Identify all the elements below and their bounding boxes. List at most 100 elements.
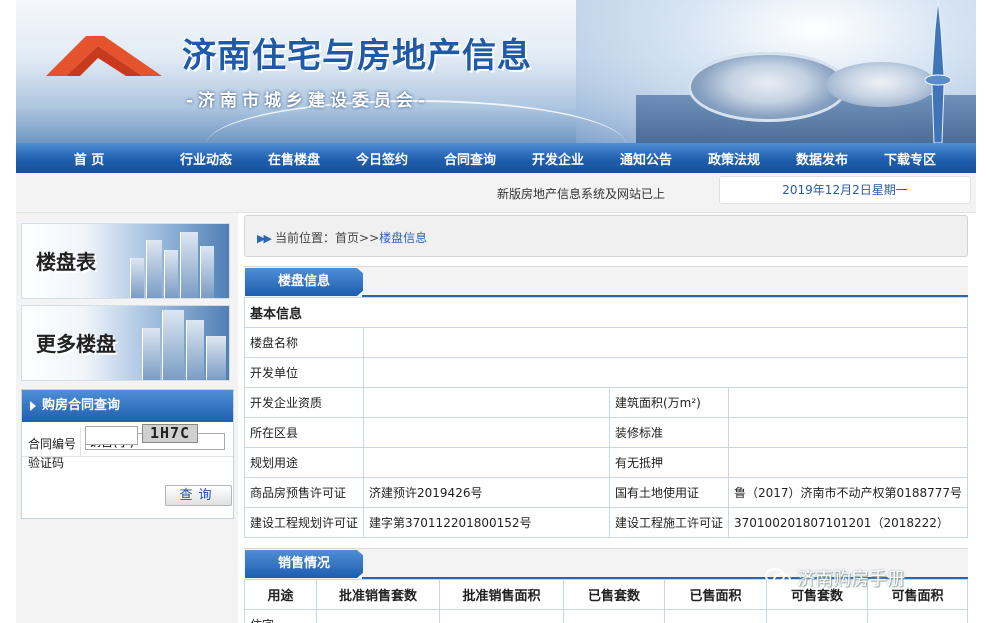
table-row: 基本信息 xyxy=(244,297,968,328)
site-banner: 济南住宅与房地产信息 -济南市城乡建设委员会- xyxy=(16,0,976,143)
column-header: 已售面积 xyxy=(664,579,767,610)
column-header: 用途 xyxy=(244,579,317,610)
site-subtitle: -济南市城乡建设委员会- xyxy=(186,91,431,111)
banner-stadium xyxy=(688,52,848,122)
watermark-text: 济南购房手册 xyxy=(797,569,905,590)
announcement-marquee[interactable]: 新版房地产信息系统及网站已上 xyxy=(497,185,665,202)
basic-info-title: 基本信息 xyxy=(244,297,968,328)
usage-value xyxy=(363,447,610,478)
current-date: 2019年12月2日星期一 xyxy=(719,176,971,204)
decoration-label: 装修标准 xyxy=(608,417,730,448)
captcha-input[interactable] xyxy=(85,426,138,445)
table-cell xyxy=(867,609,968,623)
breadcrumb-prefix: 当前位置： xyxy=(275,231,336,245)
contract-query-title: 购房合同查询 xyxy=(42,398,121,413)
nav-item-on-sale[interactable]: 在售楼盘 xyxy=(250,149,338,168)
building-graphic xyxy=(146,240,162,298)
project-info-section-header: 楼盘信息 xyxy=(244,266,968,297)
presale-permit-value: 济建预许2019426号 xyxy=(363,477,610,508)
banner-stadium-small xyxy=(826,62,936,107)
nav-item-data[interactable]: 数据发布 xyxy=(778,149,866,168)
breadcrumb-separator: >> xyxy=(359,231,380,245)
query-button[interactable]: 查询 xyxy=(165,485,232,506)
planning-permit-label: 建设工程规划许可证 xyxy=(243,507,365,538)
decoration-value xyxy=(728,417,968,448)
developer-label: 开发单位 xyxy=(243,357,365,388)
column-header: 批准销售面积 xyxy=(439,579,564,610)
captcha-label: 验证码 xyxy=(28,456,65,470)
site-title: 济南住宅与房地产信息 xyxy=(182,36,532,76)
nav-item-notices[interactable]: 通知公告 xyxy=(602,149,690,168)
building-graphic xyxy=(186,320,204,380)
nav-item-policies[interactable]: 政策法规 xyxy=(690,149,778,168)
nav-item-developers[interactable]: 开发企业 xyxy=(514,149,602,168)
nav-item-home[interactable]: 首 页 xyxy=(16,149,162,168)
contract-query-header: 购房合同查询 xyxy=(22,390,233,422)
table-row: 开发企业资质 建筑面积(万m²) xyxy=(243,387,968,418)
project-name-value xyxy=(363,327,968,358)
sidebar: 楼盘表 更多楼盘 购房合同查询 合同编号 验证码 1H7C xyxy=(16,213,238,623)
page: 济南住宅与房地产信息 -济南市城乡建设委员会- 首 页 行业动态 在售楼盘 今日… xyxy=(0,0,986,623)
breadcrumb: ▶▶ 当前位置：首页>>楼盘信息 xyxy=(244,215,968,257)
planning-permit-value: 建字第370112201800152号 xyxy=(363,507,610,538)
table-row: 开发单位 xyxy=(243,357,968,388)
more-buildings-label: 更多楼盘 xyxy=(36,332,116,356)
table-row: 所在区县 装修标准 xyxy=(243,417,968,448)
building-graphic xyxy=(180,232,198,298)
land-certificate-label: 国有土地使用证 xyxy=(608,477,730,508)
table-row: 规划用途 有无抵押 xyxy=(243,447,968,478)
table-row: 商品房预售许可证 济建预许2019426号 国有土地使用证 鲁（2017）济南市… xyxy=(243,477,968,508)
table-row: 建设工程规划许可证 建字第370112201800152号 建设工程施工许可证 … xyxy=(243,507,968,538)
usage-cell: 住宅 xyxy=(244,609,317,623)
status-bar: 新版房地产信息系统及网站已上 2019年12月2日星期一 xyxy=(16,173,976,213)
captcha-image[interactable]: 1H7C xyxy=(142,424,198,443)
double-arrow-icon: ▶▶ xyxy=(257,232,272,245)
district-value xyxy=(363,417,610,448)
nav-item-contract-query[interactable]: 合同查询 xyxy=(426,149,514,168)
building-graphic xyxy=(206,336,226,380)
roof-logo-icon xyxy=(46,36,162,76)
nav-item-today-signing[interactable]: 今日签约 xyxy=(338,149,426,168)
table-cell xyxy=(316,609,440,623)
usage-label: 规划用途 xyxy=(243,447,365,478)
building-graphic xyxy=(142,328,160,380)
project-info-tab: 楼盘信息 xyxy=(245,268,363,296)
project-info-table: 基本信息 楼盘名称 开发单位 开发企业资质 建筑面积(万m²) 所在区县 装修标… xyxy=(243,297,968,538)
table-cell xyxy=(563,609,665,623)
construction-permit-value: 370100201807101201（2018222） xyxy=(728,507,968,538)
developer-value xyxy=(363,357,968,388)
table-cell xyxy=(439,609,564,623)
project-name-label: 楼盘名称 xyxy=(243,327,365,358)
column-header: 批准销售套数 xyxy=(316,579,440,610)
building-table-label: 楼盘表 xyxy=(36,250,96,274)
arrow-right-icon xyxy=(30,401,36,411)
wechat-watermark: 济南购房手册 xyxy=(765,565,905,591)
wechat-icon xyxy=(765,568,791,587)
nav-item-downloads[interactable]: 下载专区 xyxy=(866,149,954,168)
mortgage-label: 有无抵押 xyxy=(608,447,730,478)
building-area-value xyxy=(728,387,968,418)
breadcrumb-text: 当前位置：首页>>楼盘信息 xyxy=(275,229,427,246)
building-graphic xyxy=(162,310,184,380)
qualification-value xyxy=(363,387,610,418)
qualification-label: 开发企业资质 xyxy=(243,387,365,418)
sales-tab: 销售情况 xyxy=(245,550,363,578)
breadcrumb-home-link[interactable]: 首页 xyxy=(335,231,359,245)
building-graphic xyxy=(130,258,144,298)
building-area-label: 建筑面积(万m²) xyxy=(608,387,730,418)
nav-item-industry-news[interactable]: 行业动态 xyxy=(162,149,250,168)
table-row: 住宅 xyxy=(244,609,968,623)
main-nav: 首 页 行业动态 在售楼盘 今日签约 合同查询 开发企业 通知公告 政策法规 数… xyxy=(16,143,976,173)
building-table-banner[interactable]: 楼盘表 xyxy=(21,223,230,299)
building-graphic xyxy=(200,246,214,298)
land-certificate-value: 鲁（2017）济南市不动产权第0188777号 xyxy=(728,477,968,508)
district-label: 所在区县 xyxy=(243,417,365,448)
more-buildings-banner[interactable]: 更多楼盘 xyxy=(21,305,230,381)
breadcrumb-current: 楼盘信息 xyxy=(379,231,428,245)
mortgage-value xyxy=(728,447,968,478)
building-graphic xyxy=(164,250,178,298)
table-row: 楼盘名称 xyxy=(243,327,968,358)
table-cell xyxy=(766,609,868,623)
construction-permit-label: 建设工程施工许可证 xyxy=(608,507,730,538)
presale-permit-label: 商品房预售许可证 xyxy=(243,477,365,508)
